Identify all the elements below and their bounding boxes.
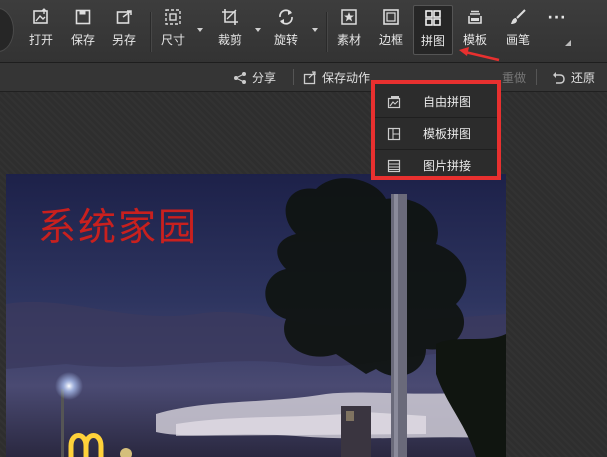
- menu-item-free-collage[interactable]: 自由拼图: [375, 86, 497, 118]
- border-label: 边框: [378, 33, 403, 47]
- star-sticker-icon: [341, 9, 357, 25]
- material-button[interactable]: 素材: [336, 8, 362, 56]
- rotate-icon: [279, 9, 293, 25]
- save-action-icon: [303, 70, 316, 84]
- brush-label: 画笔: [505, 33, 530, 47]
- collage-dropdown-menu: 自由拼图 模板拼图 图片拼接: [371, 80, 501, 180]
- free-collage-icon: [387, 95, 401, 108]
- more-button[interactable]: ···: [547, 10, 567, 58]
- main-toolbar: 打开 保存 另存 尺寸 裁剪 旋转 素材 边框 拼图 模板 画笔 ···: [0, 0, 607, 63]
- collage-label: 拼图: [420, 34, 445, 48]
- image-join-icon: [387, 159, 401, 172]
- restore-button[interactable]: 还原: [552, 69, 595, 86]
- action-bar: 分享 保存动作 重做 还原: [0, 63, 607, 92]
- expand-corner-icon[interactable]: [565, 40, 571, 46]
- restore-label: 还原: [571, 71, 596, 85]
- redo-label: 重做: [502, 71, 527, 85]
- toolbar-divider: [150, 12, 152, 52]
- save-as-button[interactable]: 另存: [111, 8, 137, 56]
- size-dropdown-caret-icon[interactable]: [197, 28, 203, 32]
- more-dots-icon: ···: [547, 10, 567, 26]
- save-as-icon: [116, 10, 132, 24]
- template-stack-icon: [468, 10, 482, 24]
- rotate-label: 旋转: [273, 33, 298, 47]
- size-label: 尺寸: [160, 33, 185, 47]
- template-collage-icon: [387, 127, 401, 140]
- save-as-label: 另存: [111, 33, 136, 47]
- menu-item-template-collage[interactable]: 模板拼图: [375, 118, 497, 150]
- rotate-button[interactable]: 旋转: [273, 8, 299, 56]
- menu-item-label: 自由拼图: [423, 95, 472, 109]
- frame-icon: [383, 9, 399, 25]
- save-action-button[interactable]: 保存动作: [303, 69, 370, 86]
- open-label: 打开: [28, 33, 53, 47]
- rotate-dropdown-caret-icon[interactable]: [312, 28, 318, 32]
- crop-dropdown-caret-icon[interactable]: [255, 28, 261, 32]
- save-button[interactable]: 保存: [70, 8, 96, 56]
- menu-item-label: 图片拼接: [423, 159, 472, 173]
- toolbar-divider: [326, 12, 328, 52]
- menu-item-label: 模板拼图: [423, 127, 472, 141]
- photo-watermark-text: 系统家园: [38, 205, 199, 249]
- save-label: 保存: [70, 33, 95, 47]
- save-action-label: 保存动作: [322, 71, 371, 85]
- annotation-arrow-icon: [459, 47, 500, 62]
- save-icon: [75, 9, 91, 25]
- share-icon: [234, 71, 246, 84]
- crop-button[interactable]: 裁剪: [217, 8, 243, 56]
- subbar-divider: [293, 69, 294, 85]
- edited-photo[interactable]: 系统家园: [6, 174, 506, 457]
- border-button[interactable]: 边框: [378, 8, 404, 56]
- material-label: 素材: [336, 33, 361, 47]
- open-button[interactable]: 打开: [28, 8, 54, 56]
- share-label: 分享: [252, 71, 277, 85]
- brush-icon: [511, 9, 526, 24]
- resize-icon: [165, 9, 181, 25]
- collage-grid-icon: [425, 10, 441, 26]
- menu-item-image-join[interactable]: 图片拼接: [375, 150, 497, 181]
- collage-button[interactable]: 拼图: [413, 5, 453, 55]
- subbar-divider: [536, 69, 537, 85]
- size-button[interactable]: 尺寸: [160, 8, 186, 56]
- crop-label: 裁剪: [217, 33, 242, 47]
- open-image-icon: [33, 8, 48, 24]
- redo-button[interactable]: 重做: [502, 69, 526, 86]
- share-button[interactable]: 分享: [233, 69, 276, 86]
- brush-button[interactable]: 画笔: [505, 8, 531, 56]
- app-logo[interactable]: [0, 8, 14, 52]
- crop-icon: [222, 9, 238, 25]
- restore-icon: [553, 71, 565, 84]
